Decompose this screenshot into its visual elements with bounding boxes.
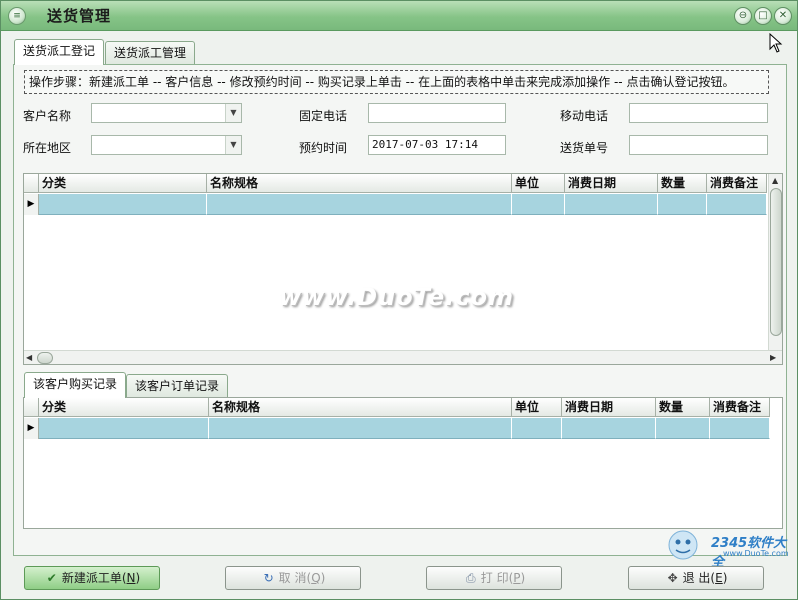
column-header[interactable]: 单位 bbox=[512, 398, 562, 417]
logo-url: www.DuoTe.com bbox=[723, 549, 789, 558]
column-header[interactable]: 名称规格 bbox=[207, 174, 512, 193]
scrollbar-thumb[interactable] bbox=[37, 352, 53, 364]
phone-label: 固定电话 bbox=[299, 109, 348, 123]
column-header[interactable]: 名称规格 bbox=[209, 398, 512, 417]
print-button[interactable]: ⎙ 打 印(P) bbox=[426, 566, 562, 590]
minimize-button[interactable]: ⊖ bbox=[734, 7, 752, 25]
operation-steps: 操作步骤：新建派工单 -- 客户信息 -- 修改预约时间 -- 购买记录上单击 … bbox=[24, 70, 769, 94]
region-combo[interactable]: ▼ bbox=[91, 135, 242, 155]
window-title: 送货管理 bbox=[47, 7, 112, 25]
appointment-input[interactable]: 2017-07-03 17:14 bbox=[368, 135, 506, 155]
phone-input[interactable] bbox=[368, 103, 506, 123]
column-header[interactable]: 消费日期 bbox=[565, 174, 658, 193]
maximize-button[interactable]: □ bbox=[754, 7, 772, 25]
tab-delivery-register[interactable]: 送货派工登记 bbox=[14, 39, 105, 65]
mobile-input[interactable] bbox=[629, 103, 768, 123]
column-header[interactable]: 分类 bbox=[39, 398, 209, 417]
mouse-cursor-icon bbox=[769, 33, 783, 53]
scrollbar-thumb[interactable] bbox=[770, 188, 782, 336]
mobile-label: 移动电话 bbox=[560, 109, 609, 123]
cancel-button[interactable]: ↻ 取 消(Q) bbox=[225, 566, 361, 590]
column-header[interactable]: 数量 bbox=[656, 398, 710, 417]
delivery-items-grid[interactable]: 分类 名称规格 单位 消费日期 数量 消费备注 ▶ ▲ ◀ ▶ bbox=[23, 173, 783, 365]
tab-purchase-records[interactable]: 该客户购买记录 bbox=[24, 372, 127, 398]
checkmark-icon: ✔ bbox=[46, 571, 57, 585]
vertical-scrollbar[interactable]: ▲ bbox=[768, 174, 782, 350]
new-dispatch-button[interactable]: ✔ 新建派工单(N) bbox=[24, 566, 160, 590]
grid-header: 分类 名称规格 单位 消费日期 数量 消费备注 bbox=[24, 398, 770, 417]
row-indicator-icon: ▶ bbox=[24, 194, 39, 215]
column-header[interactable]: 数量 bbox=[658, 174, 707, 193]
column-header[interactable]: 消费备注 bbox=[710, 398, 770, 417]
app-window: ≡ 送货管理 ⊖ □ ✕ 送货派工登记 送货派工管理 操作步骤：新建派工单 --… bbox=[0, 0, 798, 600]
table-row[interactable]: ▶ bbox=[24, 418, 770, 439]
title-bar[interactable]: ≡ 送货管理 ⊖ □ ✕ bbox=[1, 1, 797, 31]
exit-button[interactable]: ✥ 退 出(E) bbox=[628, 566, 764, 590]
table-row[interactable]: ▶ bbox=[24, 194, 767, 215]
horizontal-scrollbar[interactable]: ◀ ▶ bbox=[24, 350, 782, 364]
row-indicator-icon: ▶ bbox=[24, 418, 39, 439]
grid-header: 分类 名称规格 单位 消费日期 数量 消费备注 bbox=[24, 174, 767, 193]
delivery-no-input[interactable] bbox=[629, 135, 768, 155]
printer-icon: ⎙ bbox=[465, 571, 476, 585]
chevron-down-icon[interactable]: ▼ bbox=[225, 104, 241, 122]
scroll-right-icon[interactable]: ▶ bbox=[770, 353, 776, 362]
column-header[interactable]: 单位 bbox=[512, 174, 565, 193]
appointment-label: 预约时间 bbox=[299, 141, 348, 155]
customer-name-combo[interactable]: ▼ bbox=[91, 103, 242, 123]
app-menu-icon[interactable]: ≡ bbox=[8, 7, 26, 25]
exit-icon: ✥ bbox=[667, 571, 678, 585]
region-label: 所在地区 bbox=[23, 141, 72, 155]
chevron-down-icon[interactable]: ▼ bbox=[225, 136, 241, 154]
close-button[interactable]: ✕ bbox=[774, 7, 792, 25]
undo-icon: ↻ bbox=[263, 571, 274, 585]
customer-name-label: 客户名称 bbox=[23, 109, 72, 123]
watermark: www.DuoTe.com bbox=[279, 283, 514, 311]
tab-order-records[interactable]: 该客户订单记录 bbox=[126, 374, 229, 398]
column-header[interactable]: 分类 bbox=[39, 174, 207, 193]
scroll-left-icon[interactable]: ◀ bbox=[26, 353, 32, 362]
column-header[interactable]: 消费备注 bbox=[707, 174, 767, 193]
column-header[interactable]: 消费日期 bbox=[562, 398, 656, 417]
delivery-no-label: 送货单号 bbox=[560, 141, 609, 155]
scroll-up-icon[interactable]: ▲ bbox=[772, 176, 778, 185]
tab-delivery-manage[interactable]: 送货派工管理 bbox=[105, 41, 196, 65]
purchase-records-grid[interactable]: 分类 名称规格 单位 消费日期 数量 消费备注 ▶ bbox=[23, 397, 783, 529]
